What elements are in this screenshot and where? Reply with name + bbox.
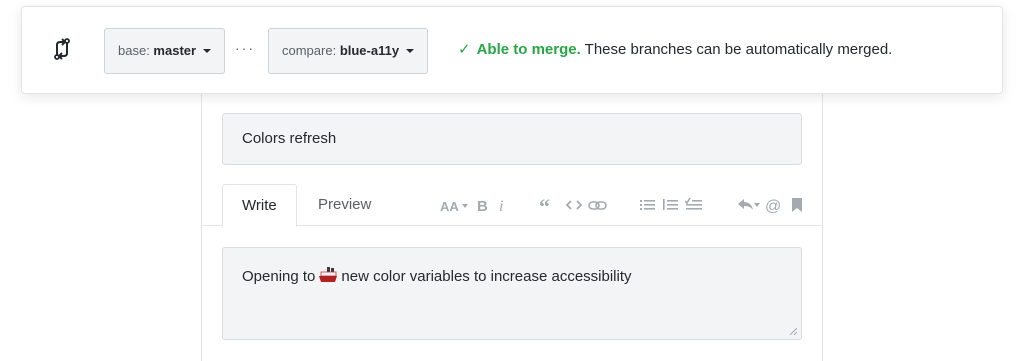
link-icon[interactable] xyxy=(588,195,608,215)
tab-preview[interactable]: Preview xyxy=(299,184,390,226)
tab-write[interactable]: Write xyxy=(222,184,297,227)
merge-status-label: Able to merge. xyxy=(476,41,581,58)
caret-down-icon xyxy=(406,49,415,53)
compare-arrows-icon xyxy=(54,38,70,60)
text-size-icon[interactable]: AA xyxy=(440,195,470,215)
unordered-list-icon[interactable] xyxy=(640,195,656,215)
body-textarea[interactable]: Opening to new color variables to increas… xyxy=(222,247,802,340)
task-list-icon[interactable] xyxy=(685,195,703,215)
base-prefix: base: xyxy=(118,43,154,58)
svg-text:B: B xyxy=(477,198,488,215)
compare-branch-select[interactable]: compare: blue-a11y xyxy=(268,28,429,74)
base-branch-select[interactable]: base: master xyxy=(104,28,226,74)
compare-prefix: compare: xyxy=(282,43,340,58)
bold-icon[interactable]: B xyxy=(476,195,490,215)
italic-icon[interactable]: i xyxy=(497,195,509,215)
body-text-start: Opening to xyxy=(242,268,316,285)
body-text-end: new color variables to increase accessib… xyxy=(341,268,632,285)
ordered-list-icon[interactable] xyxy=(663,195,679,215)
resize-handle-icon[interactable] xyxy=(789,327,797,335)
editor-tabbar: Write Preview xyxy=(202,184,822,227)
svg-text:“: “ xyxy=(539,195,550,215)
ship-emoji-icon xyxy=(318,266,338,290)
svg-text:@: @ xyxy=(765,198,781,215)
bookmark-icon[interactable] xyxy=(790,195,804,215)
check-icon: ✓ xyxy=(458,41,471,58)
base-branch-name: master xyxy=(153,43,197,58)
code-icon[interactable] xyxy=(565,195,583,215)
mention-icon[interactable]: @ xyxy=(765,195,783,215)
ellipsis-separator: ··· xyxy=(235,40,255,56)
reply-icon[interactable] xyxy=(737,195,761,215)
compare-bar: base: master ··· compare: blue-a11y ✓ Abl… xyxy=(21,6,1003,94)
title-input[interactable]: Colors refresh xyxy=(222,113,802,165)
compare-branch-name: blue-a11y xyxy=(339,43,400,58)
caret-down-icon xyxy=(203,49,212,53)
merge-status: ✓ Able to merge. These branches can be au… xyxy=(458,40,892,58)
quote-icon[interactable]: “ xyxy=(539,195,557,215)
svg-text:i: i xyxy=(499,198,503,215)
merge-status-description: These branches can be automatically merg… xyxy=(584,41,893,58)
svg-text:AA: AA xyxy=(440,199,459,214)
